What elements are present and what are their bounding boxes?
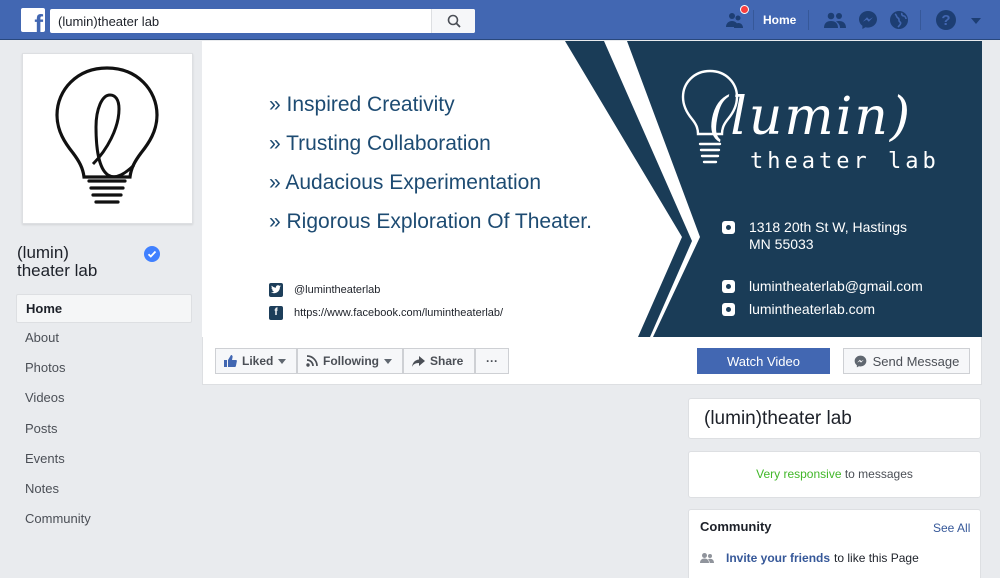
contact-info: 1318 20th St W, Hastings MN 55033 lumint… (722, 219, 923, 318)
thumbs-up-icon (224, 355, 237, 367)
community-title: Community (700, 519, 772, 534)
see-all-link[interactable]: See All (933, 521, 970, 535)
twitter-handle: @lumintheaterlab (294, 283, 381, 296)
facebook-url: https://www.facebook.com/lumintheaterlab… (294, 306, 504, 319)
social-links: @lumintheaterlab f https://www.facebook.… (269, 278, 503, 324)
share-button[interactable]: Share (403, 348, 475, 374)
website-address: lumintheaterlab.com (749, 301, 876, 317)
profile-picture[interactable] (22, 53, 193, 224)
nav-item-notes[interactable]: Notes (16, 474, 192, 504)
location-pin-icon (722, 221, 735, 234)
twitter-icon (269, 282, 283, 297)
divider (808, 10, 809, 30)
search-input[interactable] (50, 9, 430, 33)
following-button[interactable]: Following (297, 348, 403, 374)
divider (920, 10, 921, 30)
page-action-bar: Liked Following Share ··· Watch Video Se… (202, 337, 982, 385)
cover-photo[interactable]: » Inspired Creativity » Trusting Collabo… (202, 41, 982, 337)
search-icon (447, 14, 461, 28)
invite-friends-icon (700, 552, 714, 564)
twitter-row: @lumintheaterlab (269, 278, 503, 301)
value-item: » Rigorous Exploration Of Theater. (269, 210, 592, 233)
home-link[interactable]: Home (763, 13, 796, 27)
page-name-line2: theater lab (17, 261, 98, 280)
friends-icon[interactable] (824, 10, 846, 30)
invite-friends-row: Invite your friends to like this Page (700, 551, 919, 565)
brand-name-top: (lumin) (708, 87, 913, 147)
top-navigation-bar: f Home ? (0, 0, 1000, 40)
value-item: » Inspired Creativity (269, 93, 455, 116)
messenger-icon (854, 355, 866, 367)
nav-item-videos[interactable]: Videos (16, 383, 192, 413)
watch-video-button[interactable]: Watch Video (697, 348, 830, 374)
share-arrow-icon (412, 355, 425, 367)
responsiveness-text: Very responsive to messages (688, 467, 981, 481)
chevron-down-icon (278, 358, 287, 364)
value-item: » Audacious Experimentation (269, 171, 542, 194)
nav-item-photos[interactable]: Photos (16, 353, 192, 383)
email-address: lumintheaterlab@gmail.com (749, 278, 923, 294)
responsiveness-rest: to messages (841, 467, 913, 481)
liked-label: Liked (242, 354, 274, 368)
search-box (50, 9, 475, 33)
search-button[interactable] (431, 9, 475, 33)
website-row: lumintheaterlab.com (722, 301, 923, 318)
address-line2: MN 55033 (749, 236, 814, 252)
facebook-row: f https://www.facebook.com/lumintheaterl… (269, 301, 503, 324)
brand-name-bottom: theater lab (750, 149, 940, 174)
page-name[interactable]: (lumin) theater lab (17, 244, 137, 280)
website-icon (722, 303, 735, 316)
email-icon (722, 280, 735, 293)
invite-friends-text: to like this Page (834, 551, 919, 565)
more-options-button[interactable]: ··· (475, 348, 509, 374)
nav-item-home[interactable]: Home (16, 294, 192, 323)
account-menu-caret-icon[interactable] (965, 11, 987, 31)
nav-item-about[interactable]: About (16, 323, 192, 353)
nav-item-posts[interactable]: Posts (16, 414, 192, 444)
send-message-button[interactable]: Send Message (843, 348, 970, 374)
svg-text:?: ? (941, 12, 950, 29)
chevron-down-icon (384, 358, 392, 364)
page-title: (lumin)theater lab (704, 408, 852, 429)
values-list: » Inspired Creativity » Trusting Collabo… (269, 85, 592, 241)
following-label: Following (323, 354, 379, 368)
help-icon[interactable]: ? (935, 10, 957, 30)
page-navigation: Home About Photos Videos Posts Events No… (16, 294, 192, 534)
divider (753, 10, 754, 30)
share-label: Share (430, 354, 464, 368)
responsiveness-strong: Very responsive (756, 467, 842, 481)
verified-badge-icon (144, 246, 160, 262)
brand-logo: (lumin) theater lab (680, 67, 965, 197)
page-name-line1: (lumin) (17, 243, 69, 262)
more-options-label: ··· (486, 354, 498, 368)
globe-notifications-icon[interactable] (888, 10, 910, 30)
email-row: lumintheaterlab@gmail.com (722, 278, 923, 295)
nav-item-events[interactable]: Events (16, 444, 192, 474)
nav-item-community[interactable]: Community (16, 504, 192, 534)
liked-button[interactable]: Liked (215, 348, 297, 374)
facebook-icon: f (269, 305, 283, 320)
address-line1: 1318 20th St W, Hastings (749, 219, 907, 235)
lightbulb-logo-icon (55, 66, 159, 204)
rss-feed-icon (306, 355, 318, 367)
facebook-logo-icon[interactable]: f (21, 8, 45, 32)
invite-friends-link[interactable]: Invite your friends (726, 551, 830, 565)
value-item: » Trusting Collaboration (269, 132, 491, 155)
send-message-label: Send Message (872, 353, 960, 369)
notification-badge (740, 5, 749, 14)
messenger-icon[interactable] (857, 10, 879, 30)
address-row: 1318 20th St W, Hastings MN 55033 (722, 219, 923, 253)
